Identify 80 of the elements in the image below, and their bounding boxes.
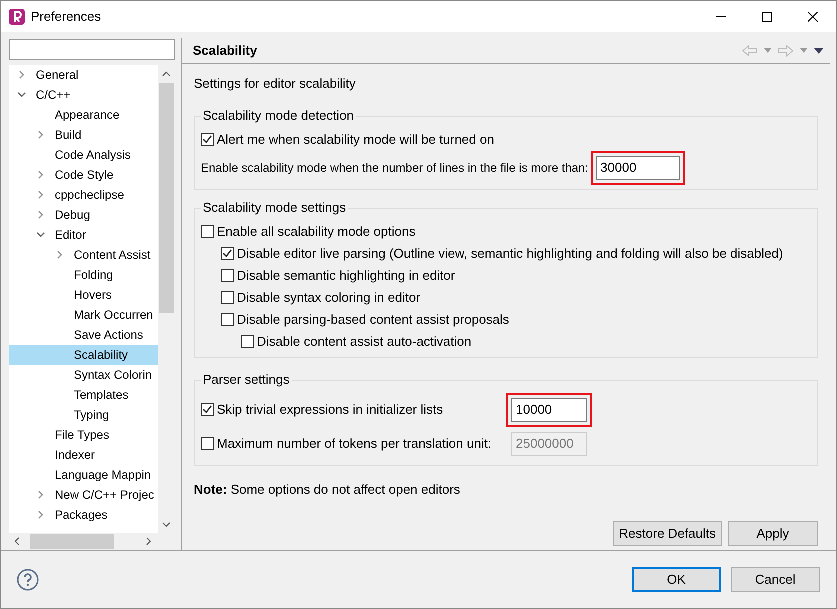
group-title: Parser settings — [201, 372, 292, 388]
ok-button[interactable]: OK — [632, 567, 721, 592]
tree-item[interactable]: Indexer — [9, 445, 158, 465]
scroll-left-icon[interactable] — [13, 537, 22, 546]
tree-item[interactable]: Typing — [9, 405, 158, 425]
chevron-down-icon[interactable] — [36, 230, 46, 240]
app-logo-icon — [9, 8, 25, 24]
tree-item[interactable]: Templates — [9, 385, 158, 405]
window-title: Preferences — [31, 8, 102, 26]
forward-arrow-icon[interactable] — [778, 44, 794, 56]
group-title: Scalability mode detection — [201, 108, 356, 124]
tree-item[interactable]: cppcheclipse — [9, 185, 158, 205]
tree-item[interactable]: Save Actions — [9, 325, 158, 345]
number-field[interactable]: 10000 — [511, 398, 587, 422]
chevron-right-icon[interactable] — [36, 130, 46, 140]
checkbox[interactable] — [221, 269, 234, 282]
help-icon[interactable] — [17, 568, 39, 590]
chevron-right-icon[interactable] — [36, 210, 46, 220]
checkbox[interactable] — [221, 313, 234, 326]
tree-item[interactable]: Content Assist — [9, 245, 158, 265]
chevron-right-icon[interactable] — [17, 70, 27, 80]
tree-item[interactable]: Folding — [9, 265, 158, 285]
scrollbar-thumb[interactable] — [30, 534, 114, 549]
page-description: Settings for editor scalability — [194, 75, 357, 93]
tree-item[interactable]: Debug — [9, 205, 158, 225]
checkbox[interactable] — [241, 335, 254, 348]
note-text: Note: Some options do not affect open editors — [194, 480, 462, 499]
option-label: Disable semantic highlighting in editor — [237, 266, 456, 285]
dropdown-icon[interactable] — [764, 48, 772, 53]
tree-item[interactable]: New C/C++ Projec — [9, 485, 158, 505]
group-title: Scalability mode settings — [201, 200, 348, 216]
tree-item[interactable]: Syntax Colorin — [9, 365, 158, 385]
option-label: Enable all scalability mode options — [217, 222, 416, 241]
tree-item[interactable]: Build — [9, 125, 158, 145]
option-label: Disable syntax coloring in editor — [237, 288, 421, 307]
tree-item[interactable]: Scalability — [9, 345, 158, 365]
chevron-right-icon[interactable] — [36, 170, 46, 180]
checkbox[interactable] — [201, 403, 214, 416]
dropdown-icon[interactable] — [800, 48, 808, 53]
apply-button[interactable]: Apply — [728, 521, 818, 546]
option-label: Maximum number of tokens per translation unit: — [217, 434, 492, 453]
option-label: Disable parsing-based content assist proposals — [237, 310, 510, 329]
scroll-right-icon[interactable] — [144, 537, 153, 546]
option-label: Disable content assist auto-activation — [257, 332, 472, 351]
option-label: Alert me when scalability mode will be turned on — [217, 130, 494, 149]
checkbox[interactable] — [221, 247, 234, 260]
tree-item[interactable]: Language Mappin — [9, 465, 158, 485]
cancel-button[interactable]: Cancel — [731, 567, 820, 592]
tree-item[interactable]: Code Style — [9, 165, 158, 185]
option-label: Skip trivial expressions in initializer lists — [217, 400, 444, 419]
tree-item[interactable]: Mark Occurren — [9, 305, 158, 325]
checkbox[interactable] — [201, 225, 214, 238]
tree-item[interactable]: C/C++ — [9, 85, 158, 105]
page-title: Scalability — [193, 42, 258, 60]
number-field[interactable]: 30000 — [596, 156, 680, 180]
field-label: Enable scalability mode when the number of lines in the file is more than: — [201, 160, 589, 176]
tree-item[interactable]: General — [9, 65, 158, 85]
scroll-down-icon[interactable] — [162, 520, 171, 529]
scroll-up-icon[interactable] — [162, 70, 171, 79]
filter-field[interactable] — [9, 39, 175, 60]
back-arrow-icon[interactable] — [742, 44, 758, 56]
tree-item[interactable]: File Types — [9, 425, 158, 445]
checkbox[interactable] — [201, 133, 214, 146]
tree-item[interactable]: Code Analysis — [9, 145, 158, 165]
menu-icon[interactable] — [814, 48, 824, 54]
scrollbar-thumb[interactable] — [159, 83, 174, 313]
tree-item[interactable]: Packages — [9, 505, 158, 525]
option-label: Disable editor live parsing (Outline view, semantic highlighting and folding will also be disabled) — [237, 244, 784, 263]
tree-item[interactable]: Appearance — [9, 105, 158, 125]
close-icon — [808, 12, 818, 22]
chevron-right-icon[interactable] — [36, 490, 46, 500]
restore-defaults-button[interactable]: Restore Defaults — [613, 521, 722, 546]
chevron-right-icon[interactable] — [55, 250, 65, 260]
tree-item[interactable]: Editor — [9, 225, 158, 245]
checkbox[interactable] — [221, 291, 234, 304]
chevron-right-icon[interactable] — [36, 510, 46, 520]
chevron-down-icon[interactable] — [17, 90, 27, 100]
tree-item[interactable]: Hovers — [9, 285, 158, 305]
maximize-icon — [762, 12, 772, 22]
chevron-right-icon[interactable] — [36, 190, 46, 200]
